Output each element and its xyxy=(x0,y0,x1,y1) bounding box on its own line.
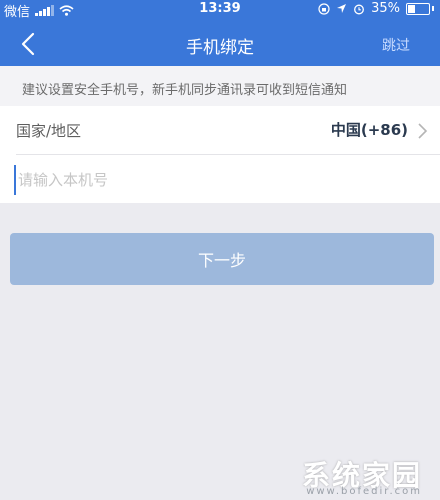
battery-icon xyxy=(406,2,430,15)
skip-button[interactable]: 跳过 xyxy=(382,35,410,55)
next-button[interactable]: 下一步 xyxy=(10,233,434,285)
orientation-lock-icon xyxy=(318,2,330,15)
location-icon xyxy=(337,4,347,13)
country-label: 国家/地区 xyxy=(16,122,82,140)
chevron-right-icon xyxy=(418,123,428,139)
battery-tip xyxy=(432,6,434,11)
bind-form: 国家/地区 中国(+86) xyxy=(0,106,440,203)
country-value: 中国(+86) xyxy=(330,121,408,139)
phone-row xyxy=(0,155,440,203)
alarm-icon xyxy=(354,4,365,14)
watermark: 系统家园 www.bofedir.com xyxy=(192,454,432,498)
watermark-url: www.bofedir.com xyxy=(306,486,422,497)
phone-input[interactable] xyxy=(14,165,420,195)
nav-bar: 手机绑定 跳过 xyxy=(0,22,440,66)
tip-banner: 建议设置安全手机号，新手机同步通讯录可收到短信通知 xyxy=(0,66,440,106)
country-selector[interactable]: 国家/地区 中国(+86) xyxy=(0,106,440,154)
status-bar: 微信 13:39 35% xyxy=(0,0,440,20)
battery-percent: 35% xyxy=(371,1,400,16)
tip-text: 建议设置安全手机号，新手机同步通讯录可收到短信通知 xyxy=(22,83,348,98)
status-right: 35% xyxy=(318,1,434,16)
page-title: 手机绑定 xyxy=(186,38,254,58)
top-bar: 微信 13:39 35% 手机绑定 跳过 xyxy=(0,0,440,66)
